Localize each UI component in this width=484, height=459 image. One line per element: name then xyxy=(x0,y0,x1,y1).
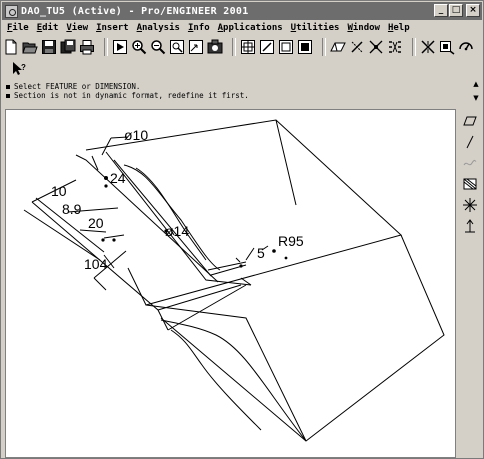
menu-applications[interactable]: Applications xyxy=(214,21,287,35)
model-wireframe xyxy=(23,119,445,442)
message-line: Section is not in dynamic format, redefi… xyxy=(3,91,481,100)
main-toolbar xyxy=(3,36,484,58)
message-text: Select FEATURE or DIMENSION. xyxy=(14,82,141,91)
toolbar-separator xyxy=(322,38,326,56)
minimize-button[interactable]: _ xyxy=(434,4,448,17)
hidden-line-icon[interactable] xyxy=(349,39,365,55)
dimension-5[interactable]: 5 xyxy=(257,246,265,260)
window-title: DAO_TU5 (Active) - Pro/ENGINEER 2001 xyxy=(21,5,249,17)
sketch-icon[interactable] xyxy=(462,113,478,129)
app-logo-icon[interactable] xyxy=(5,4,18,18)
shading-icon[interactable] xyxy=(387,39,403,55)
saved-views-icon[interactable] xyxy=(207,39,223,55)
save-icon[interactable] xyxy=(41,39,57,55)
print-icon[interactable] xyxy=(79,39,95,55)
window-controls: _ □ × xyxy=(434,4,480,17)
dimension-104[interactable]: 104 xyxy=(84,257,107,271)
orient-icon[interactable] xyxy=(188,39,204,55)
new-file-icon[interactable] xyxy=(3,39,19,55)
menu-bar: File Edit View Insert Analysis Info Appl… xyxy=(3,21,414,35)
message-bullet-icon xyxy=(6,84,10,89)
menu-analysis[interactable]: Analysis xyxy=(133,21,184,35)
right-toolbar xyxy=(460,113,480,253)
display-toolbar-group xyxy=(240,39,316,55)
datum-axes-icon[interactable] xyxy=(259,39,275,55)
save-copy-icon[interactable] xyxy=(60,39,76,55)
view-toolbar-group xyxy=(112,39,226,55)
dimension-phi10[interactable]: ø10 xyxy=(124,128,148,142)
model-tree-icon[interactable] xyxy=(420,39,436,55)
message-bullet-icon xyxy=(6,93,10,98)
trim-icon[interactable] xyxy=(462,176,478,192)
dimension-10[interactable]: 10 xyxy=(51,184,67,198)
file-toolbar-group xyxy=(3,39,98,55)
menu-utilities[interactable]: Utilities xyxy=(287,21,344,35)
svg-text:?: ? xyxy=(21,63,26,72)
dimension-phi14[interactable]: ø14 xyxy=(165,224,189,238)
refit-icon[interactable] xyxy=(169,39,185,55)
message-scrollbar[interactable]: ▲ ▼ xyxy=(471,79,481,104)
scroll-down-icon[interactable]: ▼ xyxy=(471,93,481,103)
coordinate-systems-icon[interactable] xyxy=(297,39,313,55)
help-pointer-icon[interactable] xyxy=(458,39,474,55)
zoom-in-icon[interactable] xyxy=(131,39,147,55)
repaint-icon[interactable] xyxy=(112,39,128,55)
constraint-icon[interactable] xyxy=(462,218,478,234)
menu-window[interactable]: Window xyxy=(343,21,384,35)
menu-info[interactable]: Info xyxy=(184,21,214,35)
toolbar-separator xyxy=(412,38,416,56)
message-line: Select FEATURE or DIMENSION. xyxy=(3,82,481,91)
dimension-8-9[interactable]: 8.9 xyxy=(62,202,81,216)
layers-icon[interactable] xyxy=(439,39,455,55)
menu-file[interactable]: File xyxy=(3,21,33,35)
dimension-24[interactable]: 24 xyxy=(110,171,126,185)
toolbar-separator xyxy=(232,38,236,56)
app-window: DAO_TU5 (Active) - Pro/ENGINEER 2001 _ □… xyxy=(0,0,484,459)
dimension-r95[interactable]: R95 xyxy=(278,234,304,248)
context-help-icon[interactable]: ? xyxy=(11,61,27,77)
datum-planes-icon[interactable] xyxy=(240,39,256,55)
menu-insert[interactable]: Insert xyxy=(92,21,133,35)
line-icon[interactable] xyxy=(462,134,478,150)
menu-edit[interactable]: Edit xyxy=(33,21,63,35)
tools-toolbar-group xyxy=(420,39,477,55)
no-hidden-icon[interactable] xyxy=(368,39,384,55)
toolbar-separator xyxy=(104,38,108,56)
graphics-window[interactable]: ø10 10 24 8.9 20 ø14 104 R95 5 xyxy=(5,109,456,458)
zoom-out-icon[interactable] xyxy=(150,39,166,55)
scroll-up-icon[interactable]: ▲ xyxy=(471,79,481,89)
menu-help[interactable]: Help xyxy=(384,21,414,35)
spline-icon[interactable] xyxy=(462,155,478,171)
menu-view[interactable]: View xyxy=(62,21,92,35)
message-text: Section is not in dynamic format, redefi… xyxy=(14,91,249,100)
close-button[interactable]: × xyxy=(466,4,480,17)
open-file-icon[interactable] xyxy=(22,39,38,55)
secondary-toolbar: ? xyxy=(3,58,30,80)
wireframe-icon[interactable] xyxy=(330,39,346,55)
model-display-group xyxy=(330,39,406,55)
dimension-20[interactable]: 20 xyxy=(88,216,104,230)
title-bar[interactable]: DAO_TU5 (Active) - Pro/ENGINEER 2001 _ □… xyxy=(2,2,482,20)
message-area: Select FEATURE or DIMENSION. Section is … xyxy=(3,79,481,106)
datum-points-icon[interactable] xyxy=(278,39,294,55)
maximize-button[interactable]: □ xyxy=(449,4,463,17)
dimension-icon[interactable] xyxy=(462,197,478,213)
